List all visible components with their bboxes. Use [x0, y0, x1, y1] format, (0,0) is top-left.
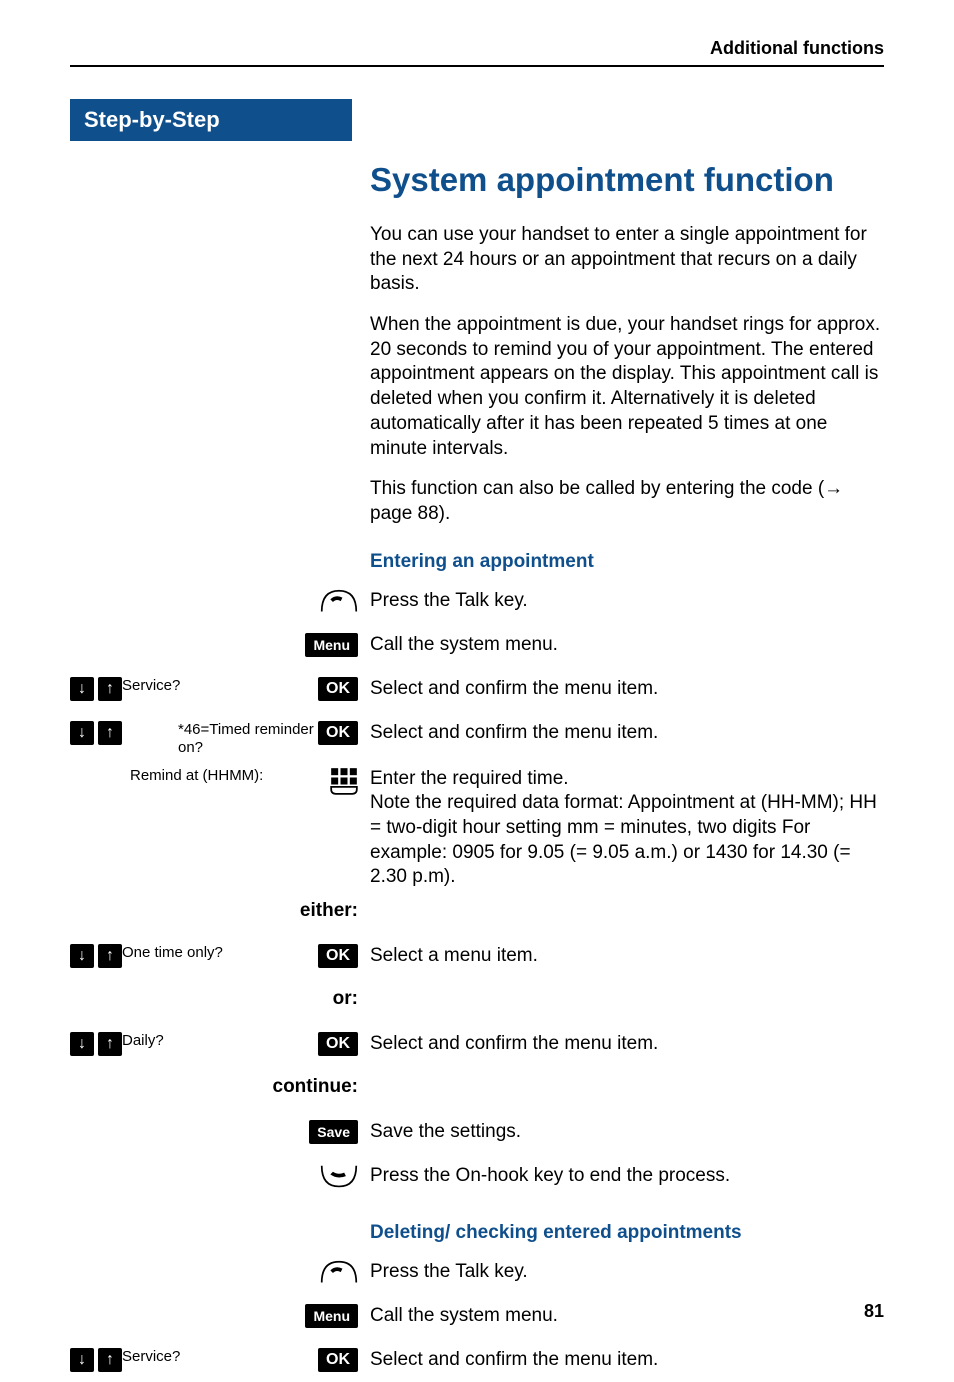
up-arrow-key[interactable]: ↑ [98, 721, 122, 745]
service-label: Service? [122, 677, 180, 695]
arrow-icon: → [824, 478, 843, 499]
timed-reminder-text: Select and confirm the menu item. [370, 721, 884, 746]
page-number: 81 [864, 1301, 884, 1322]
save-button[interactable]: Save [309, 1120, 358, 1144]
on-hook-key-icon [320, 1164, 358, 1190]
either-label: either: [70, 900, 358, 922]
ok-button[interactable]: OK [318, 1032, 358, 1056]
ok-button[interactable]: OK [318, 677, 358, 701]
talk-key-text: Press the Talk key. [370, 589, 884, 614]
one-time-only-text: Select a menu item. [370, 944, 884, 969]
up-arrow-key[interactable]: ↑ [98, 944, 122, 968]
save-text: Save the settings. [370, 1120, 884, 1145]
talk-key-icon [320, 1260, 358, 1286]
menu-button[interactable]: Menu [305, 1304, 358, 1328]
header-section-label: Additional functions [70, 38, 884, 67]
service-label-2: Service? [122, 1348, 180, 1366]
subhead-entering: Entering an appointment [370, 551, 884, 573]
service-text: Select and confirm the menu item. [370, 677, 884, 702]
remind-at-text: Enter the required time. Note the requir… [370, 767, 884, 890]
continue-label: continue: [70, 1076, 358, 1098]
on-hook-text: Press the On-hook key to end the process… [370, 1164, 884, 1189]
timed-reminder-label: *46=Timed reminder on? [178, 721, 318, 757]
talk-key-text-2: Press the Talk key. [370, 1260, 884, 1285]
remind-at-label: Remind at (HHMM): [130, 767, 263, 785]
down-arrow-key[interactable]: ↓ [70, 1032, 94, 1056]
or-label: or: [70, 988, 358, 1010]
daily-label: Daily? [122, 1032, 164, 1050]
down-arrow-key[interactable]: ↓ [70, 721, 94, 745]
step-by-step-banner: Step-by-Step [70, 99, 352, 141]
down-arrow-key[interactable]: ↓ [70, 944, 94, 968]
paragraph-2: When the appointment is due, your handse… [370, 313, 884, 461]
main-title: System appointment function [370, 161, 884, 199]
up-arrow-key[interactable]: ↑ [98, 677, 122, 701]
menu-text-2: Call the system menu. [370, 1304, 884, 1329]
talk-key-icon [320, 589, 358, 615]
daily-text: Select and confirm the menu item. [370, 1032, 884, 1057]
up-arrow-key[interactable]: ↑ [98, 1032, 122, 1056]
menu-button[interactable]: Menu [305, 633, 358, 657]
menu-text: Call the system menu. [370, 633, 884, 658]
paragraph-3: This function can also be called by ente… [370, 477, 884, 526]
keypad-icon [330, 767, 358, 795]
paragraph-1: You can use your handset to enter a sing… [370, 223, 884, 297]
down-arrow-key[interactable]: ↓ [70, 677, 94, 701]
p3-suffix: page 88). [370, 503, 450, 524]
one-time-only-label: One time only? [122, 944, 223, 962]
p3-prefix: This function can also be called by ente… [370, 478, 824, 499]
subhead-deleting: Deleting/ checking entered appointments [370, 1222, 884, 1244]
ok-button[interactable]: OK [318, 721, 358, 745]
ok-button[interactable]: OK [318, 944, 358, 968]
